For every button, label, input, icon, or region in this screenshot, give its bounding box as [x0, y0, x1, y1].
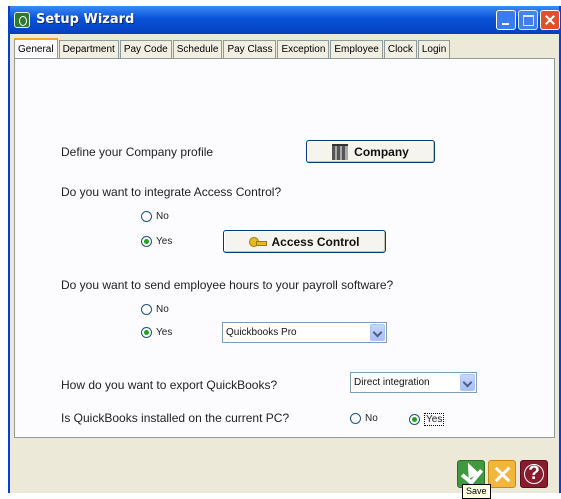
title-bar[interactable]: Setup Wizard: [10, 6, 560, 34]
installed-no-label: No: [365, 413, 378, 424]
payroll-software-value: Quickbooks Pro: [226, 327, 297, 338]
payroll-no-option[interactable]: No: [141, 304, 169, 315]
tab-pay-class[interactable]: Pay Class: [223, 40, 277, 58]
chevron-down-icon[interactable]: [370, 324, 385, 341]
setup-wizard-window: Setup Wizard General Department Pay Code…: [8, 6, 561, 493]
maximize-button[interactable]: [518, 10, 538, 30]
help-button[interactable]: ?: [520, 460, 548, 488]
tab-pay-code[interactable]: Pay Code: [119, 40, 172, 58]
access-control-yes-label: Yes: [156, 236, 173, 247]
export-method-select[interactable]: Direct integration: [350, 372, 477, 393]
access-control-yes-option[interactable]: Yes: [141, 236, 172, 247]
tab-strip: General Department Pay Code Schedule Pay…: [14, 38, 451, 58]
save-tooltip: Save: [462, 484, 491, 499]
minimize-button[interactable]: [496, 10, 516, 30]
key-icon: [249, 235, 268, 249]
installed-no-option[interactable]: No: [350, 413, 378, 424]
general-panel: Define your Company profile Company Do y…: [14, 58, 555, 438]
tab-exception[interactable]: Exception: [277, 40, 330, 58]
payroll-yes-radio[interactable]: [141, 327, 152, 338]
chevron-down-icon[interactable]: [460, 374, 475, 391]
access-control-prompt: Do you want to integrate Access Control?: [61, 185, 282, 199]
tab-login[interactable]: Login: [417, 40, 451, 58]
payroll-software-select[interactable]: Quickbooks Pro: [222, 322, 387, 343]
payroll-yes-option[interactable]: Yes: [141, 327, 172, 338]
payroll-no-label: No: [156, 304, 169, 315]
export-prompt: How do you want to export QuickBooks?: [61, 378, 278, 392]
window-title: Setup Wizard: [36, 12, 135, 27]
installed-yes-option[interactable]: Yes: [409, 413, 445, 426]
tab-employee[interactable]: Employee: [330, 40, 383, 58]
export-method-value: Direct integration: [354, 377, 430, 388]
payroll-prompt: Do you want to send employee hours to yo…: [61, 278, 394, 292]
installed-no-radio[interactable]: [350, 413, 361, 424]
help-icon: ?: [528, 463, 540, 484]
access-control-button-label: Access Control: [271, 234, 360, 249]
company-button-label: Company: [354, 144, 409, 159]
tab-schedule[interactable]: Schedule: [172, 40, 223, 58]
cancel-button[interactable]: [488, 460, 516, 488]
payroll-yes-label: Yes: [156, 327, 173, 338]
tab-department[interactable]: Department: [58, 40, 119, 58]
access-control-no-label: No: [156, 211, 169, 222]
tab-general[interactable]: General: [14, 38, 58, 58]
building-icon: [332, 143, 349, 160]
installed-prompt: Is QuickBooks installed on the current P…: [61, 411, 290, 425]
access-control-no-radio[interactable]: [141, 211, 152, 222]
payroll-no-radio[interactable]: [141, 304, 152, 315]
app-icon: [14, 12, 30, 28]
access-control-yes-radio[interactable]: [141, 236, 152, 247]
access-control-button[interactable]: Access Control: [223, 230, 386, 253]
company-button[interactable]: Company: [306, 140, 435, 163]
access-control-no-option[interactable]: No: [141, 211, 169, 222]
installed-yes-radio[interactable]: [409, 414, 420, 425]
installed-yes-label: Yes: [424, 413, 445, 426]
tab-clock[interactable]: Clock: [383, 40, 417, 58]
close-button[interactable]: [540, 10, 560, 30]
company-prompt: Define your Company profile: [61, 145, 214, 159]
